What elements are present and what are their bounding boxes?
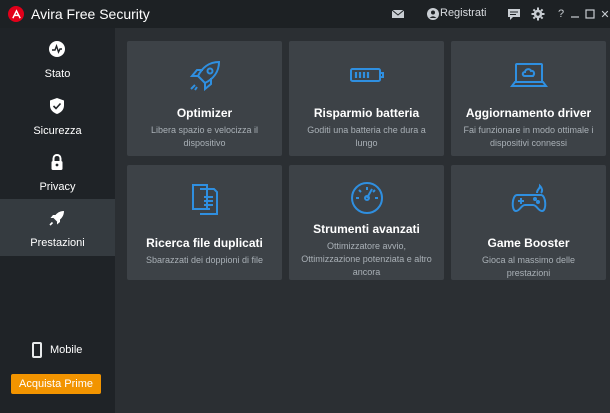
card-description: Sbarazzati dei doppioni di file bbox=[145, 255, 264, 265]
card-description: Goditi una batteria che dura a lungo bbox=[307, 125, 426, 148]
speedometer-icon bbox=[289, 179, 444, 217]
card-advanced-tools[interactable]: Strumenti avanzati Ottimizzatore avvio, … bbox=[289, 165, 444, 280]
card-title: Risparmio batteria bbox=[313, 106, 420, 120]
avira-logo-icon bbox=[8, 6, 24, 22]
card-description: Libera spazio e velocizza il dispositivo bbox=[150, 125, 259, 148]
mobile-link[interactable]: Mobile bbox=[32, 340, 92, 360]
mail-icon[interactable] bbox=[390, 6, 406, 22]
laptop-cloud-icon bbox=[451, 58, 606, 92]
mobile-label: Mobile bbox=[50, 344, 83, 356]
card-game-booster[interactable]: Game Booster Gioca al massimo delle pres… bbox=[451, 165, 606, 280]
card-title: Game Booster bbox=[487, 236, 570, 250]
app-window: Avira Free Security Registrati ? ✕ Stato bbox=[0, 0, 610, 413]
gamepad-icon bbox=[451, 183, 606, 215]
minimize-icon[interactable] bbox=[567, 6, 583, 22]
title-bar: Avira Free Security Registrati ? ✕ bbox=[0, 0, 610, 28]
close-icon[interactable]: ✕ bbox=[597, 6, 610, 22]
phone-icon bbox=[32, 342, 42, 358]
lock-icon bbox=[48, 153, 66, 171]
card-description: Gioca al massimo delle prestazioni bbox=[481, 255, 576, 278]
performance-panel: Optimizer Libera spazio e velocizza il d… bbox=[115, 28, 610, 413]
card-title: Ricerca file duplicati bbox=[146, 236, 263, 250]
card-title: Strumenti avanzati bbox=[313, 222, 420, 236]
sidebar-item-status[interactable]: Stato bbox=[0, 30, 115, 87]
card-title: Aggiornamento driver bbox=[465, 106, 592, 120]
sidebar: Stato Sicurezza Privacy Prestazioni Mobi… bbox=[0, 28, 115, 413]
buy-prime-button[interactable]: Acquista Prime bbox=[11, 374, 101, 394]
card-driver-updater[interactable]: Aggiornamento driver Fai funzionare in m… bbox=[451, 41, 606, 156]
sidebar-item-label: Prestazioni bbox=[30, 237, 85, 249]
maximize-icon[interactable] bbox=[582, 6, 598, 22]
rocket-icon bbox=[48, 209, 66, 227]
app-title: Avira Free Security bbox=[31, 6, 150, 22]
card-description: Ottimizzatore avvio, Ottimizzazione pote… bbox=[301, 241, 432, 277]
shield-icon bbox=[48, 97, 66, 115]
duplicate-files-icon bbox=[127, 181, 282, 217]
gear-icon[interactable] bbox=[530, 6, 546, 22]
register-link[interactable]: Registrati bbox=[440, 7, 486, 19]
card-description: Fai funzionare in modo ottimale i dispos… bbox=[463, 125, 594, 148]
chat-icon[interactable] bbox=[506, 6, 522, 22]
sidebar-item-label: Stato bbox=[44, 68, 71, 80]
status-icon bbox=[48, 40, 66, 58]
card-duplicate-finder[interactable]: Ricerca file duplicati Sbarazzati dei do… bbox=[127, 165, 282, 280]
sidebar-item-security[interactable]: Sicurezza bbox=[0, 87, 115, 144]
battery-icon bbox=[289, 65, 444, 85]
card-title: Optimizer bbox=[176, 106, 233, 120]
sidebar-item-privacy[interactable]: Privacy bbox=[0, 143, 115, 200]
user-icon[interactable] bbox=[425, 6, 441, 22]
card-battery-saver[interactable]: Risparmio batteria Goditi una batteria c… bbox=[289, 41, 444, 156]
sidebar-item-label: Privacy bbox=[39, 181, 76, 193]
card-optimizer[interactable]: Optimizer Libera spazio e velocizza il d… bbox=[127, 41, 282, 156]
rocket-icon bbox=[127, 58, 282, 94]
sidebar-item-performance[interactable]: Prestazioni bbox=[0, 199, 115, 256]
sidebar-item-label: Sicurezza bbox=[33, 125, 82, 137]
